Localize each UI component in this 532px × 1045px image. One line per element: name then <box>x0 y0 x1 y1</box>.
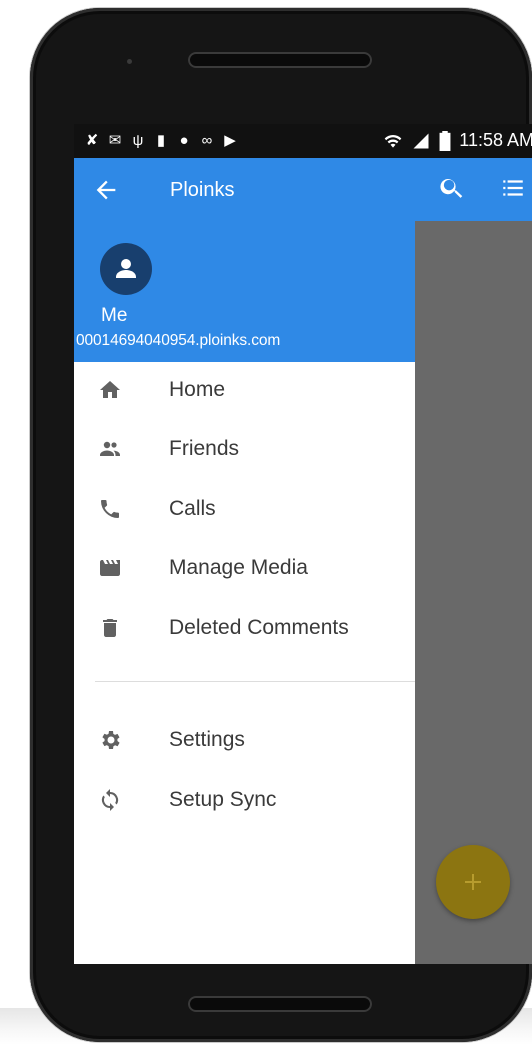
menu-item-manage-media[interactable]: Manage Media <box>74 543 415 593</box>
home-icon <box>100 381 120 398</box>
back-button[interactable] <box>92 176 122 204</box>
trash-icon <box>103 619 117 637</box>
notification-icons: ✘ ✉ ψ ▮ ● ∞ ▶ <box>84 132 238 150</box>
search-icon <box>440 179 463 198</box>
status-bar: ✘ ✉ ψ ▮ ● ∞ ▶ 11:58 AM <box>74 124 532 158</box>
menu-item-settings[interactable]: Settings <box>74 715 415 765</box>
drawer-header: Me 00014694040954.ploinks.com <box>74 221 415 362</box>
plus-icon <box>465 874 481 890</box>
menu-item-home[interactable]: Home <box>74 365 415 415</box>
missed-call-icon: ✘ <box>85 132 99 149</box>
sd-card-icon: ▮ <box>156 132 166 149</box>
back-arrow-icon <box>96 180 116 200</box>
signal-icon <box>413 133 429 148</box>
wifi-icon <box>384 134 402 148</box>
menu-divider <box>95 681 415 682</box>
list-icon <box>503 180 523 196</box>
phone-frame: ✘ ✉ ψ ▮ ● ∞ ▶ 11:58 AM Ploinks Me 000146… <box>30 8 532 1042</box>
add-fab-button[interactable] <box>436 845 510 919</box>
people-icon <box>100 441 120 456</box>
menu-item-deleted-comments[interactable]: Deleted Comments <box>74 603 415 653</box>
menu-item-label: Friends <box>169 437 240 460</box>
app-title: Ploinks <box>170 179 235 201</box>
search-button[interactable] <box>438 174 466 202</box>
usb-icon: ψ <box>132 132 144 149</box>
evernote-icon: ● <box>179 132 189 149</box>
menu-item-friends[interactable]: Friends <box>74 424 415 474</box>
list-button[interactable] <box>500 175 528 203</box>
menu-item-label: Manage Media <box>169 556 308 579</box>
user-email: 00014694040954.ploinks.com <box>76 332 281 349</box>
status-time: 11:58 AM <box>459 130 532 150</box>
menu-item-label: Home <box>169 378 226 401</box>
navigation-drawer: Me 00014694040954.ploinks.com Home Frien… <box>74 221 415 964</box>
screen: ✘ ✉ ψ ▮ ● ∞ ▶ 11:58 AM Ploinks Me 000146… <box>74 124 532 964</box>
voicemail-icon: ∞ <box>201 132 213 149</box>
media-icon: ▶ <box>224 132 236 149</box>
user-name: Me <box>101 305 128 326</box>
menu-item-label: Deleted Comments <box>169 616 349 639</box>
menu-item-label: Settings <box>169 728 245 751</box>
sync-icon <box>101 789 119 811</box>
top-speaker <box>188 52 372 68</box>
menu-item-setup-sync[interactable]: Setup Sync <box>74 775 415 825</box>
menu-item-calls[interactable]: Calls <box>74 484 415 534</box>
battery-icon <box>439 130 451 151</box>
gear-icon <box>102 731 120 749</box>
person-icon <box>116 259 136 278</box>
menu-item-label: Calls <box>169 497 216 520</box>
clapperboard-icon <box>100 560 120 576</box>
phone-icon <box>101 500 119 518</box>
bottom-speaker <box>188 996 372 1012</box>
front-camera <box>127 59 132 64</box>
mail-icon: ✉ <box>108 132 122 149</box>
app-bar: Ploinks <box>74 158 532 221</box>
menu-item-label: Setup Sync <box>169 788 277 811</box>
avatar[interactable] <box>100 243 152 295</box>
